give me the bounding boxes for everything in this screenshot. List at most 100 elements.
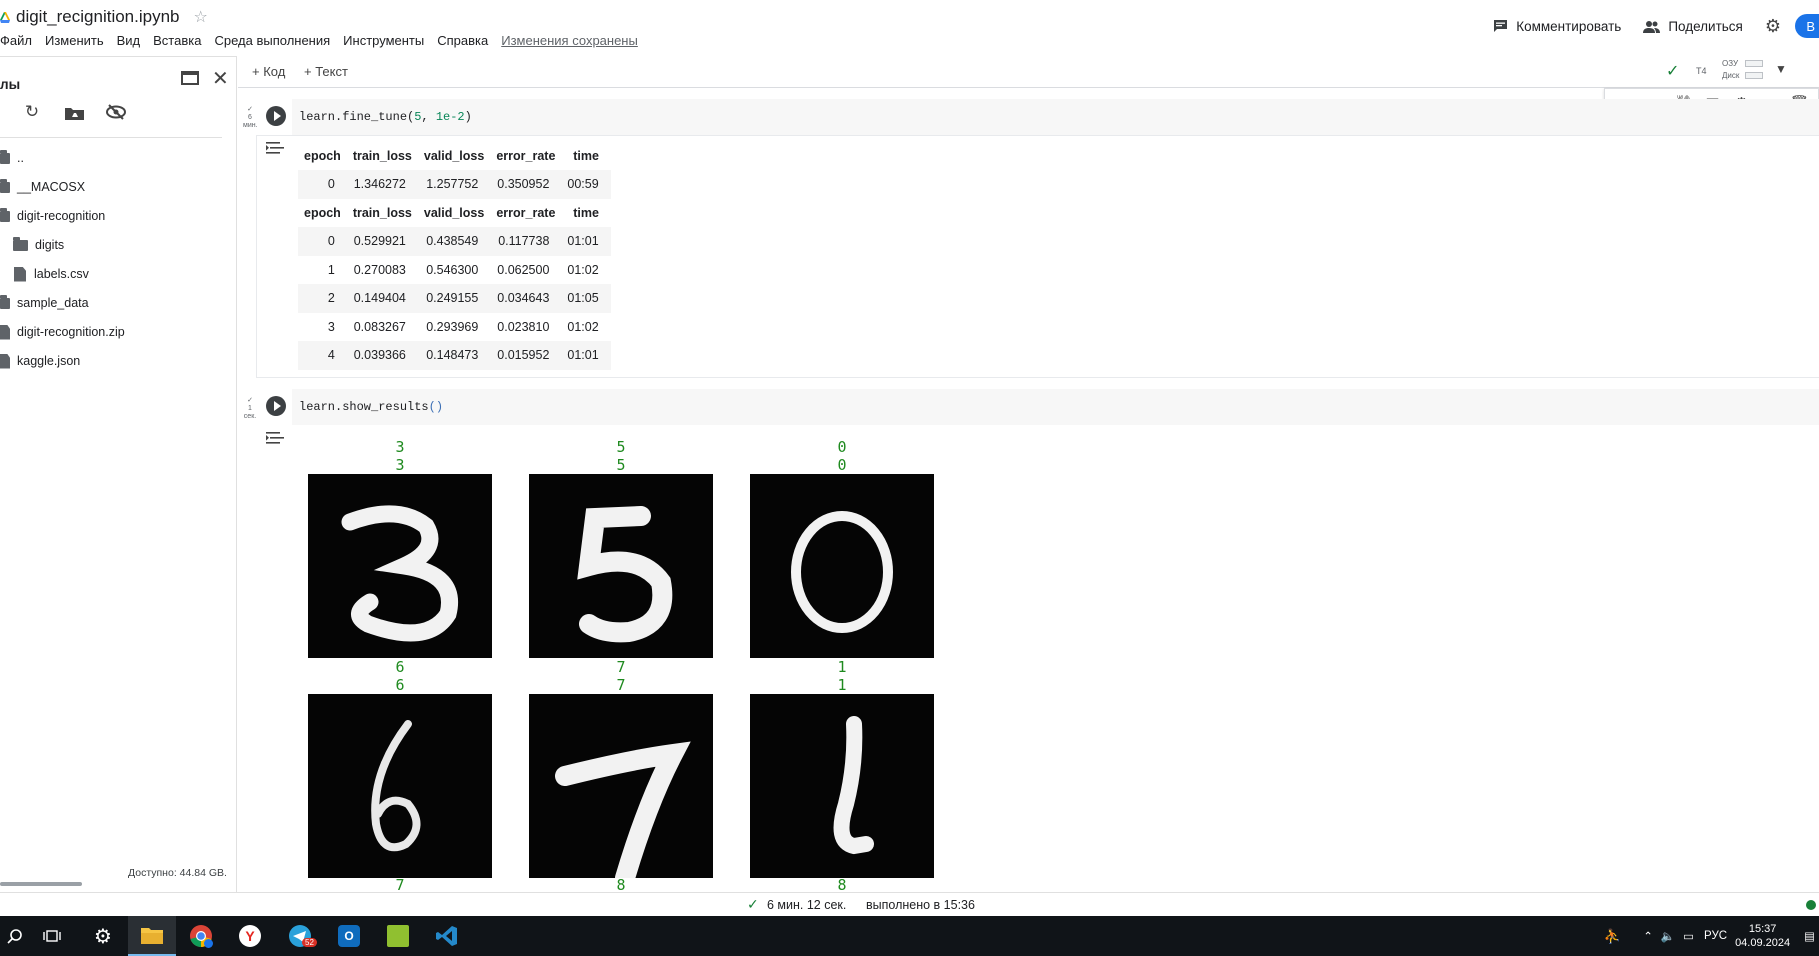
ram-label: ОЗУ [1722,59,1739,68]
share-button[interactable]: Поделиться [1643,19,1743,34]
table-row: 0 0.529921 0.438549 0.117738 01:01 [298,227,611,256]
table-cell: 0 [298,227,347,256]
comment-button[interactable]: Комментировать [1493,19,1621,34]
actual-label: 7 [395,876,405,892]
file-item-macosx[interactable]: __MACOSX [0,176,85,198]
actual-label: 8 [616,876,626,892]
code-cell-editor[interactable] [292,389,1819,425]
ram-usage-bar[interactable] [1745,60,1763,67]
run-cell-button[interactable] [266,106,286,126]
clock[interactable]: 15:37 04.09.2024 [1735,922,1790,950]
hidden-files-icon[interactable] [106,102,126,122]
add-text-button[interactable]: + Текст [304,64,348,79]
yandex-browser-icon[interactable]: Y [226,916,274,956]
table-cell: 0.034643 [490,284,562,313]
account-avatar[interactable]: В [1795,14,1819,38]
refresh-icon[interactable]: ↻ [22,102,42,122]
files-sidebar: лы ✕ ↻ .. __MACOSX digit-recognition dig… [0,56,237,892]
chevron-up-icon[interactable]: ⌃ [1643,929,1653,943]
settings-gear-icon[interactable]: ⚙ [1765,16,1781,37]
vscode-icon[interactable] [423,916,471,956]
result-item: 6 6 [308,658,492,878]
file-item-digit-recognition-zip[interactable]: digit-recognition.zip [0,321,125,343]
predicted-label: 7 [616,676,626,694]
chrome-icon[interactable] [177,916,225,956]
predicted-label: 0 [837,456,847,474]
sidebar-title: лы [0,77,21,92]
sidebar-scrollbar[interactable] [0,882,82,886]
file-item-kaggle-json[interactable]: kaggle.json [0,350,80,372]
table-cell: 0.149404 [346,284,418,313]
disk-usage-bar[interactable] [1745,72,1763,79]
folder-icon [0,178,10,193]
folder-icon [0,149,10,164]
file-item-parent[interactable]: .. [0,147,24,169]
outlook-icon[interactable]: O [325,916,373,956]
open-in-window-icon[interactable] [181,71,199,85]
notepad-plus-icon[interactable] [374,916,422,956]
people-icon [1643,20,1661,33]
settings-app-icon[interactable]: ⚙ [79,916,127,956]
digit-image-0 [750,474,934,658]
column-header: epoch [304,149,341,163]
table-cell: 0.438549 [417,227,491,256]
table-cell: 01:02 [567,262,599,277]
column-header: valid_loss [423,149,485,163]
people-icon[interactable]: ⛹ [1604,928,1621,945]
file-item-digits[interactable]: digits [13,234,64,256]
code-cell-editor[interactable] [292,99,1819,135]
system-tray: ⛹ ⌃ 🔈 ▭ РУС 15:37 04.09.2024 ▤ [1604,916,1819,956]
menu-tools[interactable]: Инструменты [343,33,424,48]
add-code-button[interactable]: + Код [252,64,285,79]
predicted-label: 3 [395,456,405,474]
notebook-title[interactable]: digit_recignition.ipynb [16,7,180,27]
execution-status-bar[interactable]: ✓ 6 мин. 12 сек. выполнено в 15:36 [0,892,1819,916]
run-cell-button[interactable] [266,396,286,416]
actual-label: 6 [395,658,405,676]
file-item-labels-csv[interactable]: labels.csv [14,263,89,285]
table-cell: 1 [327,262,335,277]
table-cell: 0.546300 [426,262,479,277]
menu-edit[interactable]: Изменить [45,33,104,48]
code-line[interactable]: learn.show_results() [299,400,443,414]
network-icon[interactable]: ▭ [1683,929,1694,943]
table-cell: 0.083267 [353,319,406,334]
menu-runtime[interactable]: Среда выполнения [214,33,330,48]
windows-taskbar: ⚙ Y 52 O ⛹ ⌃ 🔈 ▭ РУС 15:37 04.09.2024 ▤ [0,916,1819,956]
date: 04.09.2024 [1735,937,1791,949]
output-actions-icon[interactable] [266,431,284,445]
saved-status-link[interactable]: Изменения сохранены [501,33,638,48]
notifications-icon[interactable]: ▤ [1804,929,1815,943]
title-row: digit_recignition.ipynb ☆ [0,6,208,28]
volume-icon[interactable]: 🔈 [1661,929,1675,943]
code-line[interactable]: learn.fine_tune(5, 1e-2) [299,110,472,124]
menu-insert[interactable]: Вставка [153,33,201,48]
column-header: train_loss [352,149,412,163]
file-item-sample-data[interactable]: sample_data [0,292,89,314]
menu-view[interactable]: Вид [117,33,141,48]
file-item-digit-recognition[interactable]: digit-recognition [0,205,105,227]
telegram-icon[interactable]: 52 [276,916,324,956]
column-header: epoch [304,206,341,220]
code-sep: , [421,110,436,124]
menu-bar: Файл Изменить Вид Вставка Среда выполнен… [0,33,638,48]
star-icon[interactable]: ☆ [194,7,208,27]
runtime-type[interactable]: T4 [1696,66,1707,76]
search-icon[interactable] [0,916,30,956]
success-check-icon: ✓ [747,896,759,912]
mount-drive-icon[interactable] [64,102,84,122]
file-explorer-icon[interactable] [128,916,176,956]
predicted-label: 1 [837,676,847,694]
task-view-icon[interactable] [28,916,76,956]
language-indicator[interactable]: РУС [1704,930,1727,942]
menu-help[interactable]: Справка [437,33,488,48]
notebook-toolbar: + Код + Текст ✓ T4 ОЗУ Диск ▼ [238,56,1819,88]
time: 15:37 [1748,923,1777,935]
close-icon[interactable]: ✕ [212,66,229,91]
table-cell: 4 [298,341,347,370]
chevron-down-icon[interactable]: ▼ [1775,62,1787,76]
table-cell: 00:59 [561,170,611,199]
result-item: 1 1 [750,658,934,878]
table-cell: 01:01 [561,341,611,370]
menu-file[interactable]: Файл [0,33,32,48]
